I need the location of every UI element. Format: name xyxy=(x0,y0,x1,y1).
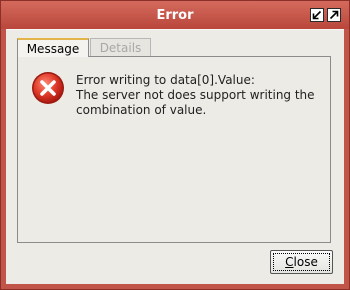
error-message-line: combination of value. xyxy=(76,103,207,117)
maximize-icon[interactable] xyxy=(327,8,341,22)
window-title: Error xyxy=(156,8,194,23)
message-panel: Error writing to data[0].Value: The serv… xyxy=(17,56,331,243)
minimize-icon[interactable] xyxy=(310,8,324,22)
tab-message[interactable]: Message xyxy=(17,38,89,57)
close-label: lose xyxy=(293,255,318,269)
error-message-line: Error writing to data[0].Value: xyxy=(76,73,255,87)
dialog-body: Message Details Error writing to data[0]… xyxy=(6,29,344,284)
error-dialog: Error Message Details Error writing to d… xyxy=(0,0,350,290)
close-mnemonic: C xyxy=(285,255,294,269)
title-bar[interactable]: Error xyxy=(1,1,349,29)
error-message: Error writing to data[0].Value: The serv… xyxy=(76,73,315,118)
tab-details[interactable]: Details xyxy=(90,38,151,57)
error-icon xyxy=(31,71,65,105)
error-message-line: The server not does support writing the xyxy=(76,88,315,102)
close-button[interactable]: Close xyxy=(270,250,333,274)
